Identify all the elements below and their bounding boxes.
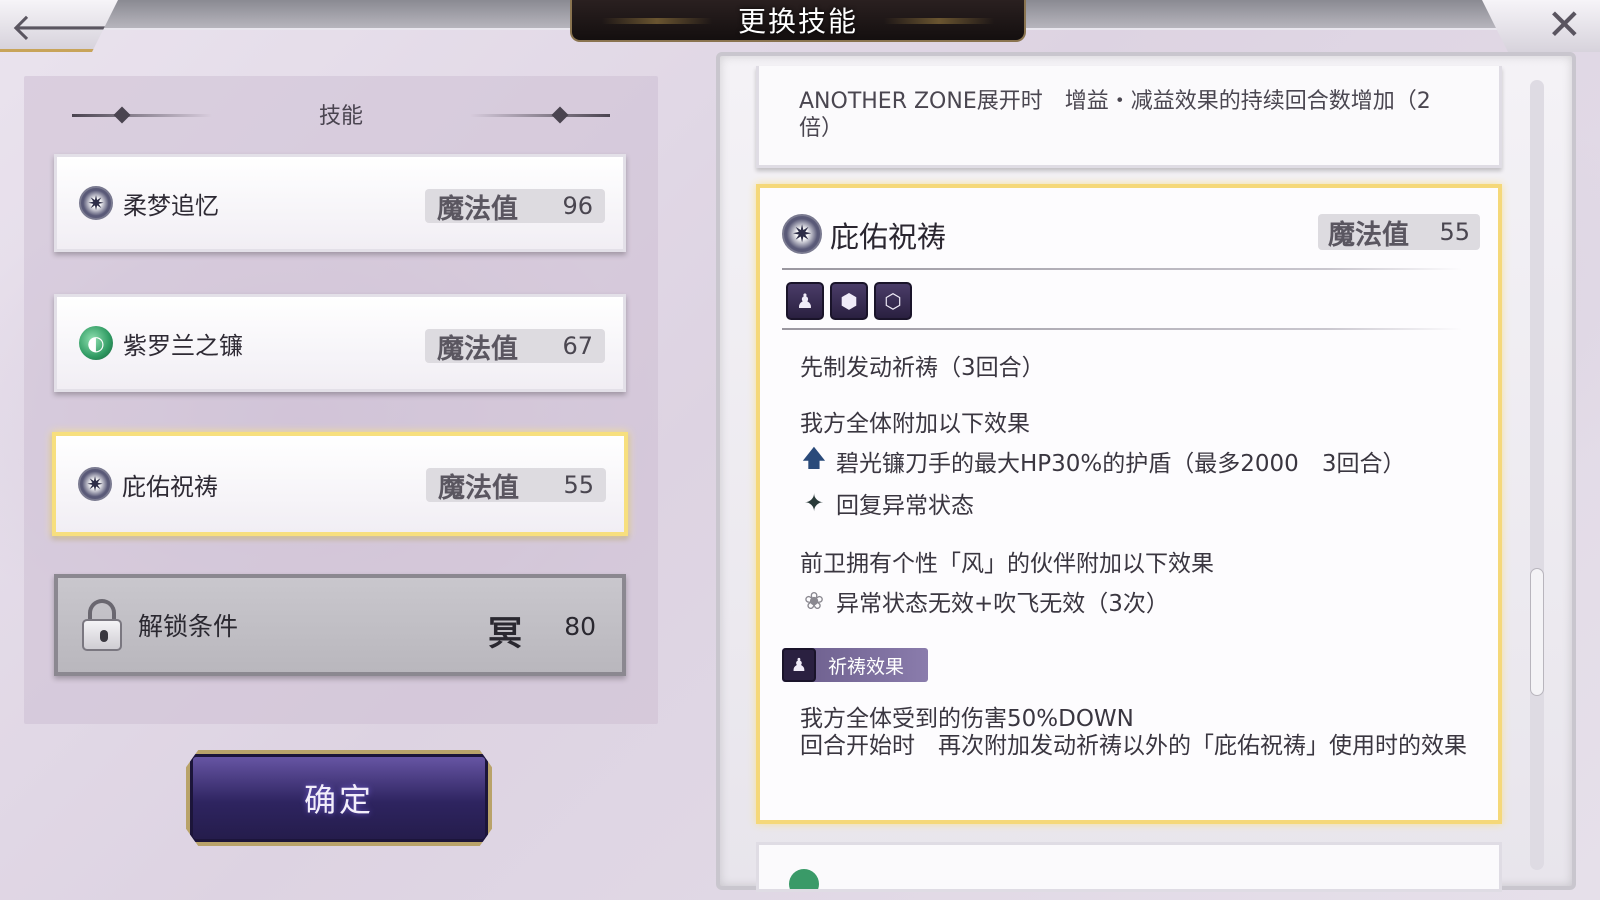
mp-label: 魔法值 bbox=[438, 472, 519, 504]
prayer-effect-label: 祈祷效果 bbox=[828, 655, 905, 678]
star-burst-icon: ✷ bbox=[782, 214, 822, 254]
effect-bullet: 🡅 碧光镰刀手的最大HP30%的护盾（最多2000 3回合） bbox=[800, 443, 1406, 478]
mp-badge: 魔法值 67 bbox=[425, 329, 605, 365]
green-orb-icon: ◐ bbox=[79, 326, 113, 360]
mp-value: 96 bbox=[562, 192, 593, 220]
effect-bullet: ✦ 回复异常状态 bbox=[800, 486, 974, 520]
effect-bullet-text: 回复异常状态 bbox=[836, 493, 974, 519]
prayer-effect-tag: ♟ 祈祷效果 bbox=[782, 648, 928, 682]
effect-bullet-text: 异常状态无效+吹飞无效（3次） bbox=[836, 591, 1169, 617]
mp-value: 55 bbox=[1439, 218, 1470, 246]
scrollbar[interactable] bbox=[1530, 80, 1544, 870]
mp-badge: 魔法值 55 bbox=[426, 468, 606, 504]
mp-label: 魔法值 bbox=[1328, 219, 1409, 251]
detail-mp-badge: 魔法值 55 bbox=[1318, 214, 1480, 251]
effect-bullet-text: 碧光镰刀手的最大HP30%的护盾（最多2000 3回合） bbox=[836, 451, 1406, 477]
skill-card-1[interactable]: ✷ 柔梦追忆 魔法值 96 bbox=[54, 154, 626, 252]
prayer-icon: ♟ bbox=[782, 648, 816, 682]
skill-name: 柔梦追忆 bbox=[123, 191, 219, 220]
mp-value: 67 bbox=[562, 332, 593, 360]
confirm-label: 确定 bbox=[303, 781, 374, 819]
mp-label: 魔法值 bbox=[437, 333, 518, 365]
skill-card-3-selected[interactable]: ✷ 庇佑祝祷 魔法值 55 bbox=[52, 432, 628, 536]
locked-skill-card[interactable]: 解锁条件 冥 80 bbox=[54, 574, 626, 676]
page-title: 更换技能 bbox=[737, 5, 858, 38]
title-plate: 更换技能 bbox=[570, 0, 1026, 42]
close-icon: ✕ bbox=[1546, 0, 1582, 49]
rank-glyph: 冥 bbox=[488, 614, 522, 654]
confirm-button[interactable]: 确定 bbox=[186, 750, 492, 846]
effect-bullet: ❀ 异常状态无效+吹飞无效（3次） bbox=[800, 584, 1169, 618]
unlock-condition-label: 解锁条件 bbox=[138, 612, 239, 641]
effect-line: 前卫拥有个性「风」的伙伴附加以下效果 bbox=[800, 551, 1214, 577]
arrow-up-icon: 🡅 bbox=[801, 443, 827, 472]
mp-label: 魔法值 bbox=[437, 193, 518, 225]
prayer-effect-line: 我方全体受到的伤害50%DOWN bbox=[800, 706, 1134, 732]
skill-name: 庇佑祝祷 bbox=[122, 472, 218, 501]
selected-skill-detail-card: ✷ 庇佑祝祷 魔法值 55 ♟ ⬢ ⬡ 先制发动祈祷（3回合） 我方全体附加以下… bbox=[756, 184, 1502, 824]
rank-value: 80 bbox=[564, 612, 596, 641]
previous-skill-text: ANOTHER ZONE展开时 增益・减益效果的持续回合数增加（2倍） bbox=[799, 89, 1431, 141]
divider bbox=[782, 268, 1462, 270]
next-skill-card bbox=[756, 842, 1502, 892]
previous-skill-card: ANOTHER ZONE展开时 增益・减益效果的持续回合数增加（2倍） bbox=[756, 66, 1502, 168]
green-orb-icon bbox=[789, 869, 819, 889]
header-decoration bbox=[470, 114, 610, 117]
prayer-effect-description: 我方全体受到的伤害50%DOWN 回合开始时 再次附加发动祈祷以外的「庇佑祝祷」… bbox=[800, 706, 1480, 760]
divider bbox=[782, 328, 1462, 330]
effect-line: 我方全体附加以下效果 bbox=[800, 411, 1030, 437]
effect-line: 先制发动祈祷（3回合） bbox=[800, 355, 1045, 381]
hex-shield-icon[interactable]: ⬢ bbox=[830, 282, 868, 320]
flower-shield-icon: ❀ bbox=[803, 587, 825, 615]
skill-name: 紫罗兰之镰 bbox=[123, 331, 243, 360]
star-burst-icon: ✷ bbox=[78, 467, 112, 501]
skill-card-2[interactable]: ◐ 紫罗兰之镰 魔法值 67 bbox=[54, 294, 626, 392]
skill-list-panel: 技能 ✷ 柔梦追忆 魔法值 96 ◐ 紫罗兰之镰 魔法值 67 ✷ 庇佑祝祷 魔… bbox=[24, 76, 658, 724]
mp-badge: 魔法值 96 bbox=[425, 189, 605, 225]
detail-skill-name: 庇佑祝祷 bbox=[830, 220, 947, 254]
mp-value: 55 bbox=[563, 471, 594, 499]
hex-core-icon[interactable]: ⬡ bbox=[874, 282, 912, 320]
lock-icon bbox=[80, 599, 124, 651]
star-burst-icon: ✷ bbox=[79, 186, 113, 220]
sparkle-icon: ✦ bbox=[803, 489, 825, 517]
prayer-icon[interactable]: ♟ bbox=[786, 282, 824, 320]
scroll-thumb[interactable] bbox=[1530, 568, 1544, 696]
prayer-effect-line: 回合开始时 再次附加发动祈祷以外的「庇佑祝祷」使用时的效果 bbox=[800, 733, 1467, 759]
